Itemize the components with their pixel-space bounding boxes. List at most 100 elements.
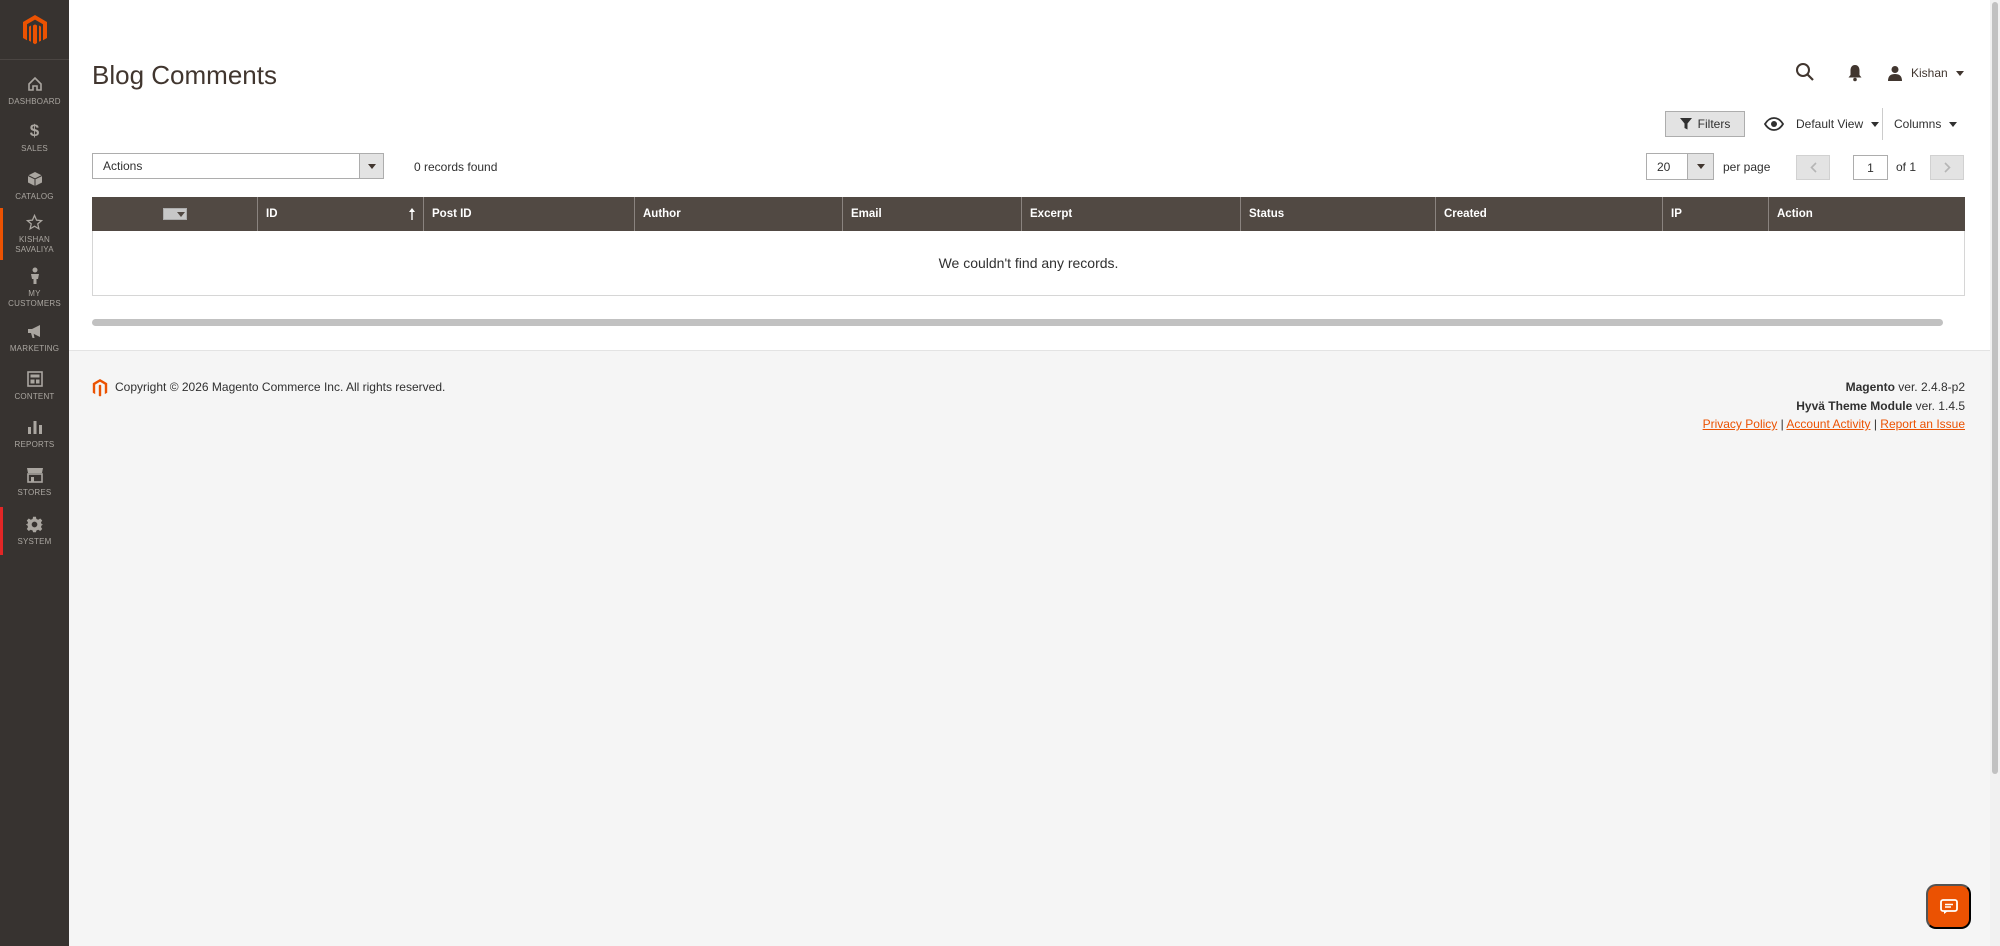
- user-account-menu[interactable]: Kishan: [1887, 62, 1964, 84]
- report-issue-link[interactable]: Report an Issue: [1880, 417, 1965, 431]
- cube-icon: [25, 170, 45, 188]
- chat-icon: [1939, 898, 1958, 914]
- mass-select-checkbox[interactable]: [162, 208, 187, 220]
- hyva-version-name: Hyvä Theme Module: [1796, 399, 1913, 413]
- caret-down-icon: [176, 211, 185, 217]
- sidebar-item-label: Dashboard: [8, 97, 61, 106]
- filters-button[interactable]: Filters: [1665, 111, 1745, 137]
- main-content: Blog Comments Kishan Filters Default Vie…: [69, 0, 1990, 946]
- column-header-excerpt[interactable]: Excerpt: [1022, 197, 1241, 231]
- chat-button[interactable]: [1926, 884, 1971, 929]
- sidebar-item-label: Sales: [21, 144, 48, 153]
- column-header-email[interactable]: Email: [843, 197, 1022, 231]
- horizontal-scrollbar[interactable]: [92, 319, 1943, 326]
- sidebar-item-reports[interactable]: Reports: [0, 410, 69, 458]
- sidebar-item-sales[interactable]: $ Sales: [0, 114, 69, 162]
- person-icon: [25, 267, 45, 285]
- page-total-label: of 1: [1896, 160, 1917, 174]
- sidebar-item-label: System: [17, 537, 52, 546]
- records-found-count: 0 records found: [414, 160, 498, 174]
- sidebar-item-my-customers[interactable]: My Customers: [0, 262, 69, 314]
- sidebar-item-stores[interactable]: Stores: [0, 458, 69, 506]
- column-header-author[interactable]: Author: [635, 197, 843, 231]
- mass-select-column[interactable]: [92, 197, 258, 231]
- filter-icon: [1679, 118, 1692, 130]
- copyright-text: Copyright © 2026 Magento Commerce Inc. A…: [115, 380, 446, 394]
- column-header-id[interactable]: ID: [258, 197, 424, 231]
- sort-ascending-icon: [409, 208, 415, 220]
- default-view-label: Default View: [1796, 117, 1864, 131]
- toolbar-divider: [1882, 108, 1883, 140]
- home-icon: [25, 75, 45, 93]
- gear-icon: [25, 515, 45, 533]
- page-title: Blog Comments: [92, 60, 277, 90]
- dollar-icon: $: [29, 121, 40, 140]
- mass-actions-select[interactable]: Actions: [92, 153, 384, 179]
- global-search-button[interactable]: [1795, 62, 1817, 84]
- column-header-label: ID: [266, 208, 278, 220]
- actions-label: Actions: [103, 159, 143, 173]
- user-icon: [1888, 66, 1902, 81]
- per-page-label: per page: [1723, 160, 1771, 174]
- column-header-status[interactable]: Status: [1241, 197, 1436, 231]
- notifications-button[interactable]: [1847, 64, 1865, 82]
- sidebar-item-kishan-savaliya[interactable]: Kishan Savaliya: [0, 208, 69, 260]
- layout-icon: [25, 370, 45, 388]
- sidebar-item-label: Content: [14, 392, 55, 401]
- sidebar-item-label: Kishan Savaliya: [15, 235, 54, 254]
- caret-down-icon: [1871, 121, 1880, 127]
- dropdown-arrow-icon: [1687, 154, 1713, 179]
- user-name: Kishan: [1911, 66, 1948, 80]
- caret-down-icon: [1955, 70, 1964, 76]
- next-page-button[interactable]: [1930, 155, 1964, 180]
- default-view-dropdown[interactable]: Default View: [1764, 114, 1880, 134]
- sidebar-item-label: Catalog: [15, 192, 54, 201]
- column-header-ip[interactable]: IP: [1663, 197, 1769, 231]
- megaphone-icon: [25, 322, 45, 340]
- sidebar-item-catalog[interactable]: Catalog: [0, 162, 69, 210]
- sidebar-item-label: My Customers: [8, 289, 61, 308]
- vertical-scrollbar[interactable]: [1990, 0, 2000, 946]
- magento-version-name: Magento: [1845, 380, 1895, 394]
- caret-down-icon: [1949, 121, 1958, 127]
- column-header-created[interactable]: Created: [1436, 197, 1663, 231]
- sidebar-item-label: Marketing: [9, 344, 60, 353]
- per-page-select[interactable]: 20: [1646, 153, 1714, 180]
- per-page-value: 20: [1657, 159, 1671, 174]
- vertical-scrollbar-thumb[interactable]: [1992, 2, 1998, 774]
- page-number-input[interactable]: 1: [1853, 155, 1888, 180]
- column-header-post-id[interactable]: Post ID: [424, 197, 635, 231]
- footer-divider: [69, 350, 1990, 351]
- magento-logo[interactable]: [0, 0, 69, 60]
- sidebar-item-marketing[interactable]: Marketing: [0, 314, 69, 362]
- dropdown-arrow-icon: [359, 154, 383, 178]
- previous-page-button[interactable]: [1796, 155, 1830, 180]
- magento-version: Magento ver. 2.4.8-p2: [1846, 380, 1965, 394]
- star-icon: [25, 213, 45, 231]
- sidebar-item-label: Stores: [17, 488, 52, 497]
- bar-chart-icon: [25, 418, 45, 436]
- chevron-left-icon: [1809, 162, 1817, 173]
- empty-grid-message: We couldn't find any records.: [92, 231, 1965, 296]
- columns-label: Columns: [1894, 117, 1942, 131]
- link-separator: |: [1873, 417, 1877, 431]
- columns-dropdown[interactable]: Columns: [1894, 114, 1958, 134]
- filters-label: Filters: [1697, 117, 1731, 131]
- magento-version-number: ver. 2.4.8-p2: [1894, 380, 1965, 394]
- data-grid: ID Post ID Author Email Excerpt Status C…: [92, 197, 1965, 296]
- account-activity-link[interactable]: Account Activity: [1786, 417, 1870, 431]
- magento-footer-logo-icon: [92, 379, 108, 397]
- sidebar-item-system[interactable]: System: [0, 507, 69, 555]
- admin-sidebar: Dashboard $ Sales Catalog Kishan Savaliy…: [0, 0, 69, 946]
- sidebar-item-dashboard[interactable]: Dashboard: [0, 67, 69, 115]
- store-icon: [25, 466, 45, 484]
- hyva-version-number: ver. 1.4.5: [1912, 399, 1965, 413]
- privacy-policy-link[interactable]: Privacy Policy: [1703, 417, 1778, 431]
- hyva-version: Hyvä Theme Module ver. 1.4.5: [1796, 399, 1965, 413]
- search-icon: [1796, 63, 1814, 81]
- sidebar-item-content[interactable]: Content: [0, 362, 69, 410]
- link-separator: |: [1780, 417, 1784, 431]
- magento-logo-icon: [22, 14, 47, 44]
- sidebar-item-label: Reports: [14, 440, 55, 449]
- footer-links: Privacy Policy | Account Activity | Repo…: [1703, 417, 1965, 431]
